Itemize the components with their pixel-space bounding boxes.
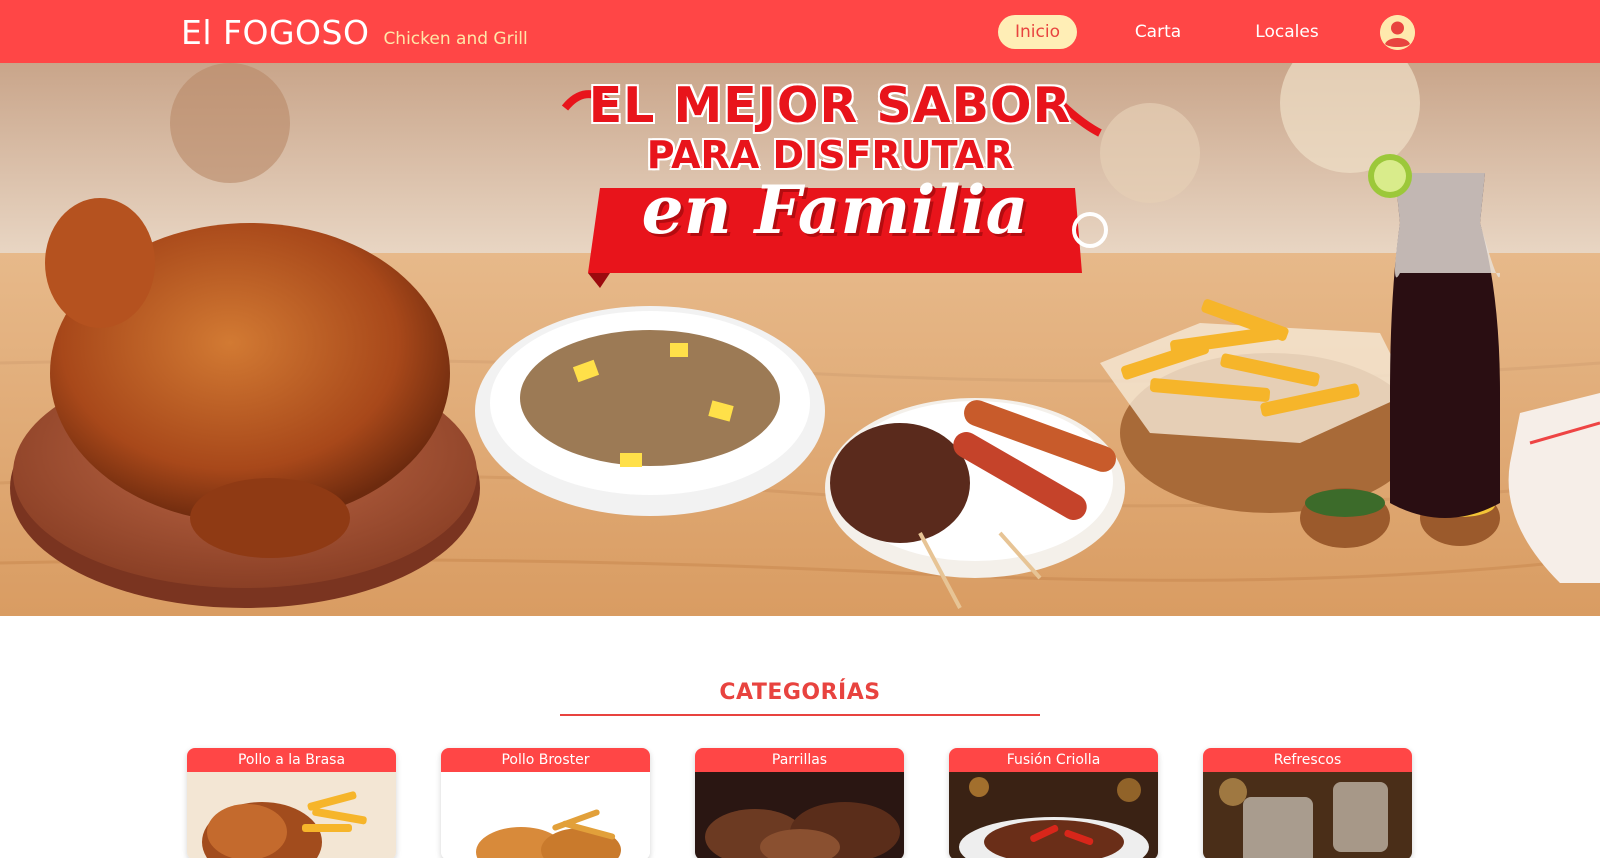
categories-title: CATEGORÍAS — [719, 680, 881, 705]
brand[interactable]: El FOGOSO Chicken and Grill — [181, 13, 528, 52]
nav-link-locales[interactable]: Locales — [1245, 15, 1329, 49]
category-card-label: Pollo Broster — [441, 748, 650, 772]
category-card-fusion-criolla[interactable]: Fusión Criolla — [949, 748, 1158, 858]
category-card-label: Fusión Criolla — [949, 748, 1158, 772]
category-image — [1203, 772, 1412, 858]
category-image — [949, 772, 1158, 858]
user-circle-icon — [1380, 15, 1415, 50]
hero-banner: EL MEJOR SABOR PARA DISFRUTAR en Familia — [0, 63, 1600, 616]
category-image — [695, 772, 904, 858]
category-card-pollo-broster[interactable]: Pollo Broster — [441, 748, 650, 858]
category-card-refrescos[interactable]: Refrescos — [1203, 748, 1412, 858]
category-card-label: Pollo a la Brasa — [187, 748, 396, 772]
brand-tagline: Chicken and Grill — [383, 29, 528, 49]
category-image — [187, 772, 396, 858]
hero-image — [0, 63, 1600, 616]
categories-divider — [560, 714, 1040, 716]
category-card-label: Refrescos — [1203, 748, 1412, 772]
category-card-parrillas[interactable]: Parrillas — [695, 748, 904, 858]
category-card-pollo-a-la-brasa[interactable]: Pollo a la Brasa — [187, 748, 396, 858]
nav-link-inicio[interactable]: Inicio — [998, 15, 1077, 49]
top-navbar: El FOGOSO Chicken and Grill Inicio Carta… — [0, 0, 1600, 63]
user-account-button[interactable] — [1380, 15, 1415, 50]
brand-name: El FOGOSO — [181, 13, 370, 52]
nav-link-carta[interactable]: Carta — [1118, 15, 1198, 49]
category-card-label: Parrillas — [695, 748, 904, 772]
category-image — [441, 772, 650, 858]
